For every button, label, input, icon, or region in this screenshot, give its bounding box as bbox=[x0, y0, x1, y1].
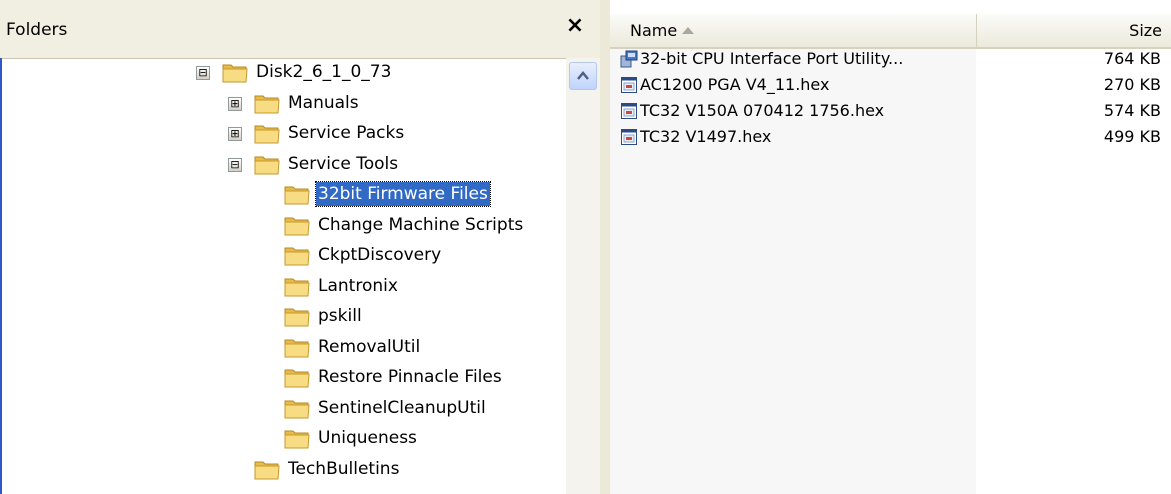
folder-icon bbox=[284, 337, 310, 358]
tree-item-label[interactable]: TechBulletins bbox=[286, 457, 401, 481]
tree-item-label[interactable]: 32bit Firmware Files bbox=[315, 181, 491, 207]
tree-item-label[interactable]: SentinelCleanupUtil bbox=[316, 396, 488, 420]
folder-open-icon bbox=[222, 62, 248, 83]
column-header-name-label: Name bbox=[630, 21, 678, 40]
tree-item-label[interactable]: Lantronix bbox=[316, 274, 400, 298]
folders-title: Folders bbox=[6, 20, 68, 40]
expand-icon[interactable]: ⊞ bbox=[228, 127, 242, 141]
folders-pane: Folders × ⊟ Disk2_6_1_0_73 ⊞ Manuals ⊞ Servic… bbox=[0, 0, 600, 494]
file-size: 499 KB bbox=[1103, 127, 1161, 146]
tree-item[interactable]: TechBulletins bbox=[0, 455, 566, 485]
file-row[interactable]: TC32 V1497.hex 499 KB bbox=[610, 125, 1171, 151]
column-header-row: Name Size bbox=[610, 14, 1171, 49]
file-size: 574 KB bbox=[1103, 101, 1161, 120]
tree-item[interactable]: ⊟ Service Tools bbox=[0, 150, 566, 180]
tree-item[interactable]: pskill bbox=[0, 302, 566, 332]
tree-item-label[interactable]: Service Packs bbox=[286, 121, 406, 145]
column-header-size[interactable]: Size bbox=[977, 14, 1171, 47]
tree-item[interactable]: Restore Pinnacle Files bbox=[0, 363, 566, 393]
tree-item[interactable]: Uniqueness bbox=[0, 424, 566, 454]
scroll-up-button[interactable] bbox=[569, 62, 597, 90]
file-name[interactable]: 32-bit CPU Interface Port Utility... bbox=[640, 49, 903, 68]
column-header-name[interactable]: Name bbox=[610, 14, 977, 47]
folder-icon bbox=[284, 306, 310, 327]
file-row[interactable]: TC32 V150A 070412 1756.hex 574 KB bbox=[610, 99, 1171, 125]
folder-icon bbox=[284, 398, 310, 419]
folder-icon bbox=[254, 459, 280, 480]
tree-item[interactable]: CkptDiscovery bbox=[0, 241, 566, 271]
tree-item[interactable]: 32bit Firmware Files bbox=[0, 180, 566, 210]
folder-icon bbox=[284, 215, 310, 236]
folder-tree[interactable]: ⊟ Disk2_6_1_0_73 ⊞ Manuals ⊞ Service Packs ⊟ Se… bbox=[0, 58, 566, 494]
file-name[interactable]: TC32 V1497.hex bbox=[640, 127, 771, 146]
tree-item[interactable]: Change Machine Scripts bbox=[0, 211, 566, 241]
sort-ascending-icon bbox=[682, 27, 694, 34]
tree-item-label[interactable]: Manuals bbox=[286, 91, 361, 115]
file-name[interactable]: TC32 V150A 070412 1756.hex bbox=[640, 101, 884, 120]
folder-open-icon bbox=[254, 154, 280, 175]
vertical-scrollbar[interactable] bbox=[566, 58, 600, 494]
folder-icon bbox=[284, 184, 310, 205]
tree-item-label[interactable]: Disk2_6_1_0_73 bbox=[254, 60, 393, 84]
collapse-icon[interactable]: ⊟ bbox=[228, 157, 242, 172]
tree-item[interactable]: ⊞ Service Packs bbox=[0, 119, 566, 149]
folder-icon bbox=[254, 93, 280, 114]
tree-item-label[interactable]: RemovalUtil bbox=[316, 335, 422, 359]
tree-item-label[interactable]: pskill bbox=[316, 304, 364, 328]
hex-file-icon bbox=[620, 128, 638, 146]
file-size: 764 KB bbox=[1103, 49, 1161, 68]
file-list-pane: Name Size 32-bit CPU Interface Port Util… bbox=[610, 0, 1171, 494]
folder-icon bbox=[254, 123, 280, 144]
collapse-icon[interactable]: ⊟ bbox=[196, 66, 210, 80]
file-name[interactable]: AC1200 PGA V4_11.hex bbox=[640, 75, 829, 94]
folder-icon bbox=[284, 245, 310, 266]
tree-item-label[interactable]: Uniqueness bbox=[316, 426, 419, 450]
folder-icon bbox=[284, 276, 310, 297]
tree-item-label[interactable]: CkptDiscovery bbox=[316, 243, 443, 267]
tree-item[interactable]: RemovalUtil bbox=[0, 333, 566, 363]
tree-item[interactable]: ⊞ Manuals bbox=[0, 89, 566, 119]
folders-header: Folders × bbox=[0, 0, 600, 59]
pane-splitter[interactable] bbox=[600, 0, 610, 494]
chevron-up-icon bbox=[577, 71, 589, 80]
hex-file-icon bbox=[620, 76, 638, 94]
folder-icon bbox=[284, 428, 310, 449]
tree-item[interactable]: ⊟ Disk2_6_1_0_73 bbox=[0, 58, 566, 88]
installer-icon bbox=[620, 50, 638, 68]
file-row[interactable]: AC1200 PGA V4_11.hex 270 KB bbox=[610, 73, 1171, 99]
tree-item[interactable]: Lantronix bbox=[0, 272, 566, 302]
hex-file-icon bbox=[620, 102, 638, 120]
tree-item-label[interactable]: Change Machine Scripts bbox=[316, 213, 525, 237]
tree-item-label[interactable]: Restore Pinnacle Files bbox=[316, 365, 504, 389]
tree-item[interactable]: SentinelCleanupUtil bbox=[0, 394, 566, 424]
column-header-size-label: Size bbox=[1129, 21, 1162, 40]
file-row[interactable]: 32-bit CPU Interface Port Utility... 764 … bbox=[610, 47, 1171, 73]
folder-icon bbox=[284, 367, 310, 388]
close-folders-button[interactable]: × bbox=[562, 13, 588, 39]
file-size: 270 KB bbox=[1103, 75, 1161, 94]
tree-item-label[interactable]: Service Tools bbox=[286, 152, 400, 176]
expand-icon[interactable]: ⊞ bbox=[228, 96, 242, 111]
